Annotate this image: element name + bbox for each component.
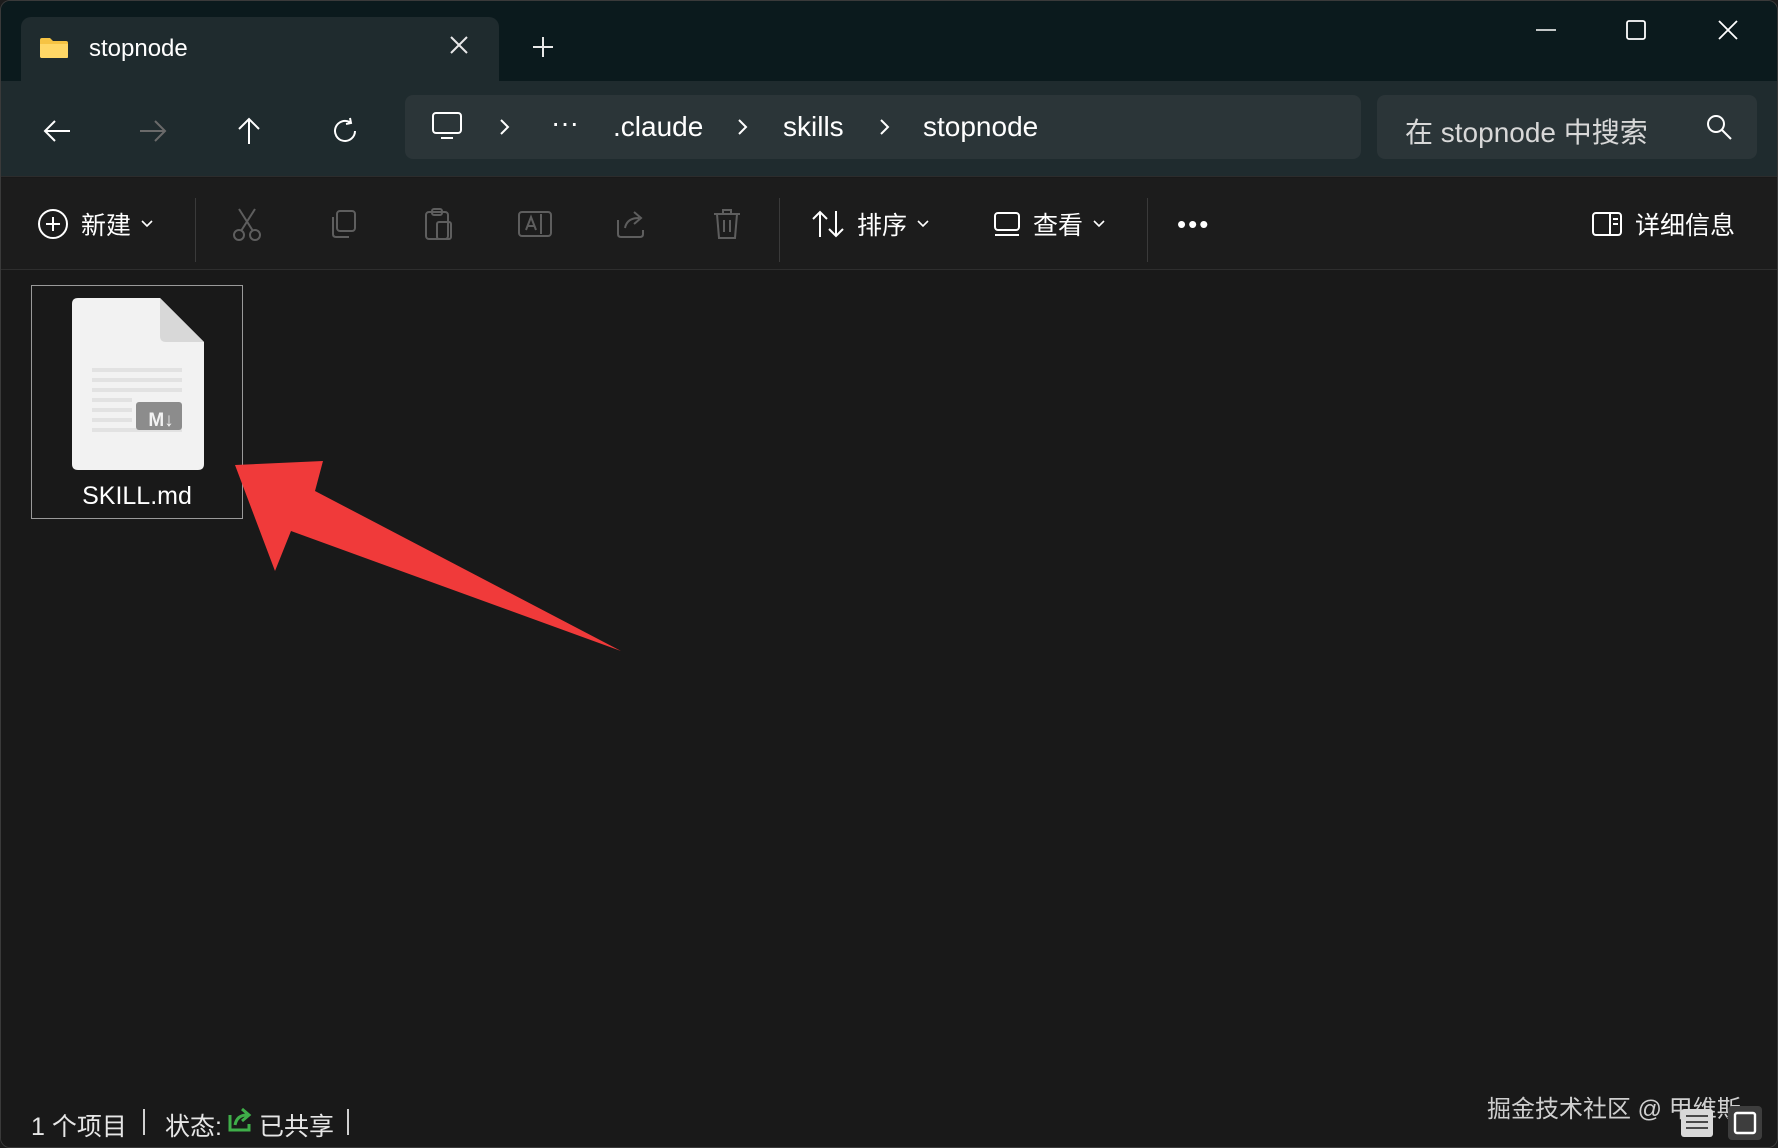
breadcrumb-item-stopnode[interactable]: stopnode xyxy=(923,111,1038,143)
sort-label: 排序 xyxy=(857,212,908,240)
address-row: ··· .claude skills stopnode 在 stopnode 中… xyxy=(1,81,1777,177)
window-close-icon[interactable] xyxy=(1693,7,1763,53)
details-view-icon[interactable] xyxy=(1679,1105,1715,1141)
copy-icon[interactable] xyxy=(323,204,363,244)
more-options-button[interactable]: ••• xyxy=(1177,196,1210,252)
markdown-file-icon xyxy=(72,298,204,470)
chevron-down-icon xyxy=(141,220,153,228)
tab-close-icon[interactable] xyxy=(441,27,477,63)
view-label: 查看 xyxy=(1033,212,1084,240)
more-icon: ••• xyxy=(1177,208,1211,239)
file-explorer-window: stopnode ··· .claude skills stopnode 在 s… xyxy=(0,0,1778,1148)
status-bar: 1 个项目 状态: 已共享 掘金技术社区 @ 甲维斯 xyxy=(1,1093,1777,1147)
details-pane-button[interactable]: 详细信息 xyxy=(1591,196,1735,252)
share-icon[interactable] xyxy=(611,204,651,244)
tab-stopnode[interactable]: stopnode xyxy=(21,17,499,81)
title-bar: stopnode xyxy=(1,1,1777,81)
file-list-area[interactable]: M↓ SKILL.md xyxy=(1,271,1777,1091)
separator xyxy=(143,1109,145,1135)
view-icon xyxy=(994,212,1020,236)
breadcrumb-ellipsis[interactable]: ··· xyxy=(551,107,579,139)
monitor-icon[interactable] xyxy=(431,111,463,141)
search-placeholder: 在 stopnode 中搜索 xyxy=(1405,117,1648,148)
tab-title: stopnode xyxy=(89,35,188,62)
new-tab-plus-icon[interactable] xyxy=(525,29,561,65)
search-icon[interactable] xyxy=(1705,113,1733,141)
search-input[interactable]: 在 stopnode 中搜索 xyxy=(1377,95,1757,159)
chevron-down-icon xyxy=(917,220,929,228)
breadcrumb-item-skills[interactable]: skills xyxy=(783,111,844,143)
back-arrow-icon[interactable] xyxy=(33,107,81,155)
separator xyxy=(779,198,780,262)
view-button[interactable]: 查看 xyxy=(993,196,1105,252)
folder-icon xyxy=(40,38,68,58)
large-icons-view-icon[interactable] xyxy=(1727,1105,1763,1141)
markdown-badge: M↓ xyxy=(148,410,174,431)
separator xyxy=(1147,198,1148,262)
shared-icon xyxy=(228,1107,252,1132)
maximize-icon[interactable] xyxy=(1601,7,1671,53)
command-bar: 新建 排序 查看 ••• 详细信息 xyxy=(1,178,1777,270)
details-pane-icon xyxy=(1592,212,1622,236)
chevron-right-icon[interactable] xyxy=(731,113,755,141)
delete-icon[interactable] xyxy=(707,204,747,244)
chevron-right-icon[interactable] xyxy=(493,113,517,141)
details-label: 详细信息 xyxy=(1635,212,1736,240)
separator xyxy=(347,1109,349,1135)
forward-arrow-icon[interactable] xyxy=(129,107,177,155)
item-count: 1 个项目 xyxy=(31,1113,127,1141)
new-label: 新建 xyxy=(81,212,132,240)
separator xyxy=(195,198,196,262)
minimize-icon[interactable] xyxy=(1511,7,1581,53)
file-item-skill-md[interactable]: M↓ SKILL.md xyxy=(31,285,243,519)
breadcrumb[interactable]: ··· .claude skills stopnode xyxy=(405,95,1361,159)
paste-icon[interactable] xyxy=(419,204,459,244)
cut-icon[interactable] xyxy=(227,204,267,244)
sort-icon xyxy=(812,210,844,238)
state-label: 状态: xyxy=(165,1113,222,1141)
new-button[interactable]: 新建 xyxy=(37,196,153,252)
annotation-arrow xyxy=(235,461,621,651)
add-circle-icon xyxy=(38,209,68,239)
sort-button[interactable]: 排序 xyxy=(811,196,929,252)
refresh-icon[interactable] xyxy=(321,107,369,155)
chevron-down-icon xyxy=(1093,220,1105,228)
breadcrumb-item-claude[interactable]: .claude xyxy=(613,111,703,143)
state-value: 已共享 xyxy=(259,1113,335,1141)
rename-icon[interactable] xyxy=(515,204,555,244)
up-arrow-icon[interactable] xyxy=(225,107,273,155)
chevron-right-icon[interactable] xyxy=(873,113,897,141)
file-name: SKILL.md xyxy=(82,482,192,510)
